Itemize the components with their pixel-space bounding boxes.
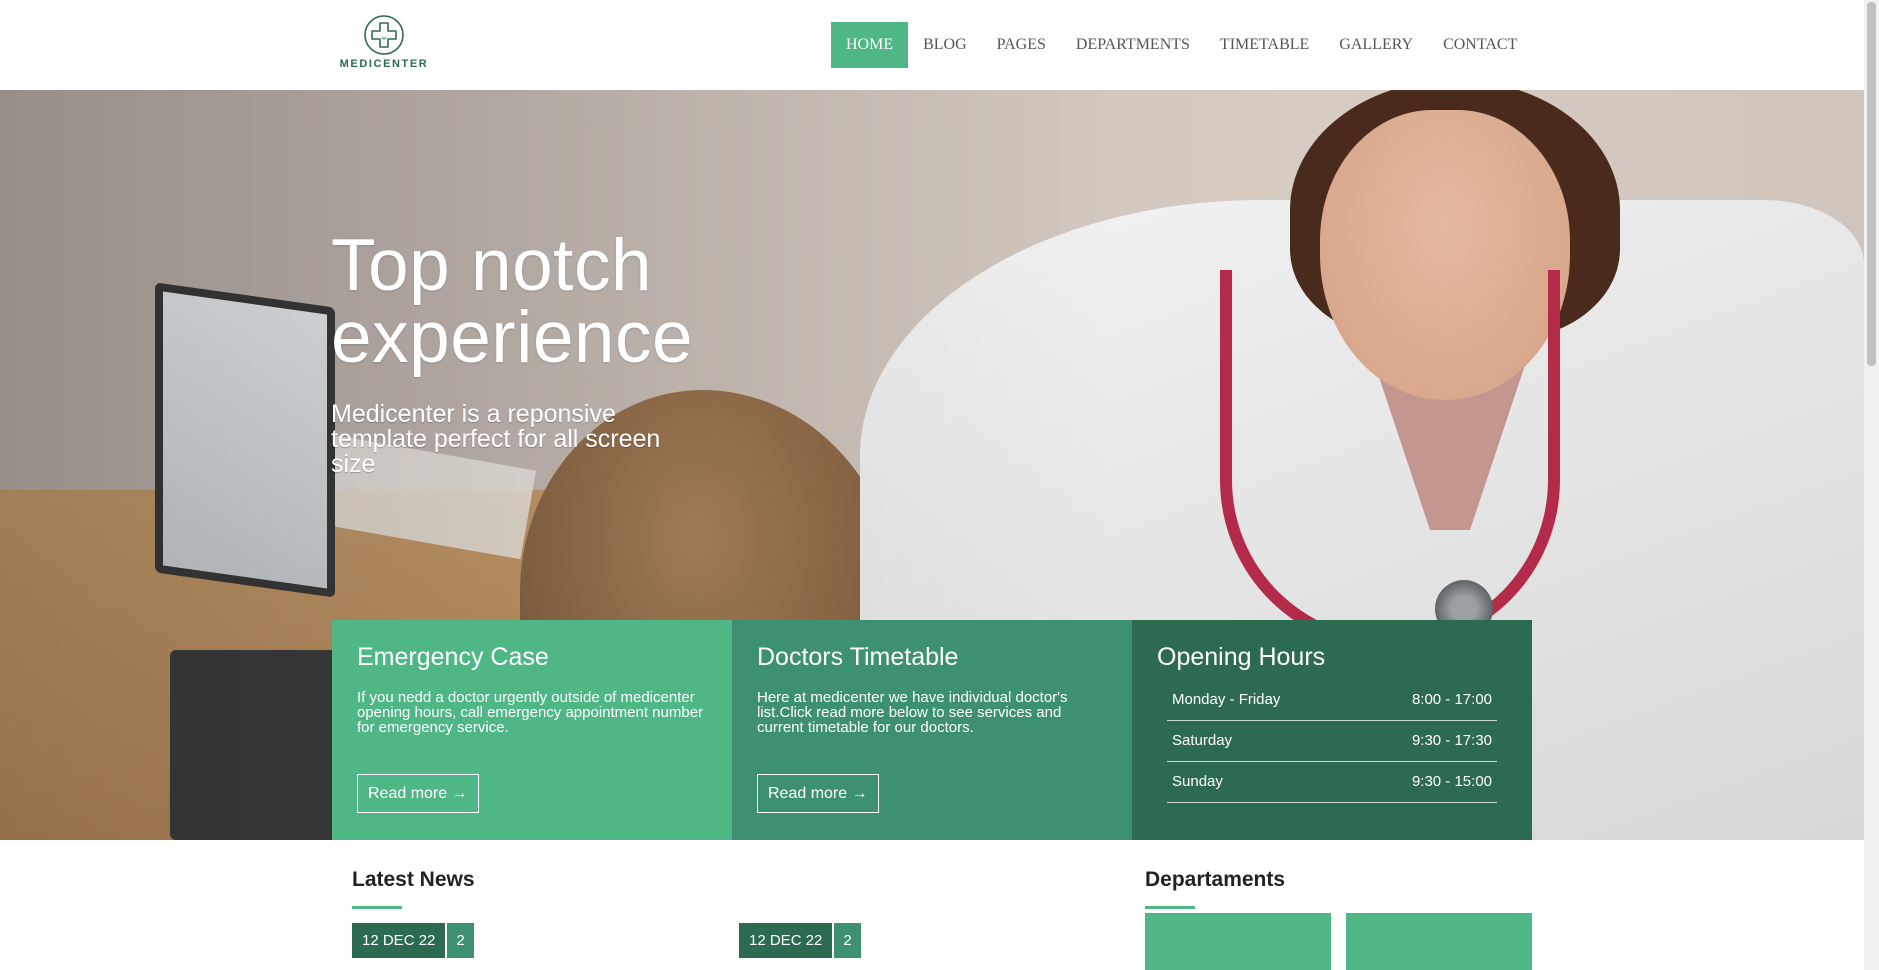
nav-item-home[interactable]: HOME	[831, 22, 909, 68]
hours-day: Saturday	[1172, 732, 1233, 749]
opening-hours-box: Opening Hours Monday - Friday 8:00 - 17:…	[1132, 620, 1532, 840]
news-date-badge: 12 DEC 22 2	[352, 923, 474, 958]
scrollbar-thumb[interactable]	[1867, 2, 1876, 366]
hours-day: Sunday	[1172, 773, 1223, 790]
hours-day: Monday - Friday	[1172, 691, 1281, 708]
news-date-badge: 12 DEC 22 2	[739, 923, 861, 958]
site-header: MEDICENTER HOME BLOG PAGES DEPARTMENTS T…	[0, 0, 1864, 90]
site-logo[interactable]: MEDICENTER	[338, 14, 430, 72]
nav-item-gallery[interactable]: GALLERY	[1324, 22, 1428, 68]
latest-news-title: Latest News	[352, 868, 475, 909]
news-date: 12 DEC 22	[739, 923, 833, 958]
news-comment-count[interactable]: 2	[834, 923, 861, 958]
departments-title: Departaments	[1145, 868, 1286, 909]
hero-title-line1: Top notch	[331, 225, 653, 306]
emergency-text: If you nedd a doctor urgently outside of…	[357, 689, 704, 736]
nav-item-timetable[interactable]: TIMETABLE	[1205, 22, 1324, 68]
medical-cross-icon	[364, 15, 404, 55]
emergency-box: Emergency Case If you nedd a doctor urge…	[332, 620, 732, 840]
nav-item-contact[interactable]: CONTACT	[1428, 22, 1532, 68]
hero-title: Top notch experience	[331, 229, 831, 374]
page-scrollbar[interactable]	[1864, 0, 1879, 970]
timetable-text: Here at medicenter we have individual do…	[757, 689, 1068, 736]
hero-title-line2: experience	[331, 297, 694, 378]
info-boxes: Emergency Case If you nedd a doctor urge…	[332, 620, 1532, 840]
hours-time: 8:00 - 17:00	[1411, 691, 1492, 708]
emergency-read-more-button[interactable]: Read more →	[357, 774, 479, 813]
nav-item-pages[interactable]: PAGES	[982, 22, 1061, 68]
logo-text: MEDICENTER	[339, 58, 429, 70]
hero-subtitle: Medicenter is a reponsive template perfe…	[331, 400, 661, 478]
opening-hours-title: Opening Hours	[1157, 643, 1326, 671]
news-comment-count[interactable]: 2	[447, 923, 474, 958]
department-tile[interactable]	[1346, 913, 1532, 970]
nav-item-blog[interactable]: BLOG	[908, 22, 982, 68]
nav-item-departments[interactable]: DEPARTMENTS	[1061, 22, 1205, 68]
timetable-title: Doctors Timetable	[757, 643, 959, 671]
hours-time: 9:30 - 15:00	[1411, 773, 1492, 790]
hours-row: Monday - Friday 8:00 - 17:00	[1167, 680, 1497, 721]
opening-hours-list: Monday - Friday 8:00 - 17:00 Saturday 9:…	[1167, 680, 1497, 803]
hours-time: 9:30 - 17:30	[1411, 732, 1492, 749]
timetable-read-more-button[interactable]: Read more →	[757, 774, 879, 813]
timetable-box: Doctors Timetable Here at medicenter we …	[732, 620, 1132, 840]
emergency-title: Emergency Case	[357, 643, 549, 671]
department-tile[interactable]	[1145, 913, 1331, 970]
news-date: 12 DEC 22	[352, 923, 446, 958]
hours-row: Sunday 9:30 - 15:00	[1167, 762, 1497, 803]
hours-row: Saturday 9:30 - 17:30	[1167, 721, 1497, 762]
main-nav: HOME BLOG PAGES DEPARTMENTS TIMETABLE GA…	[831, 22, 1532, 68]
